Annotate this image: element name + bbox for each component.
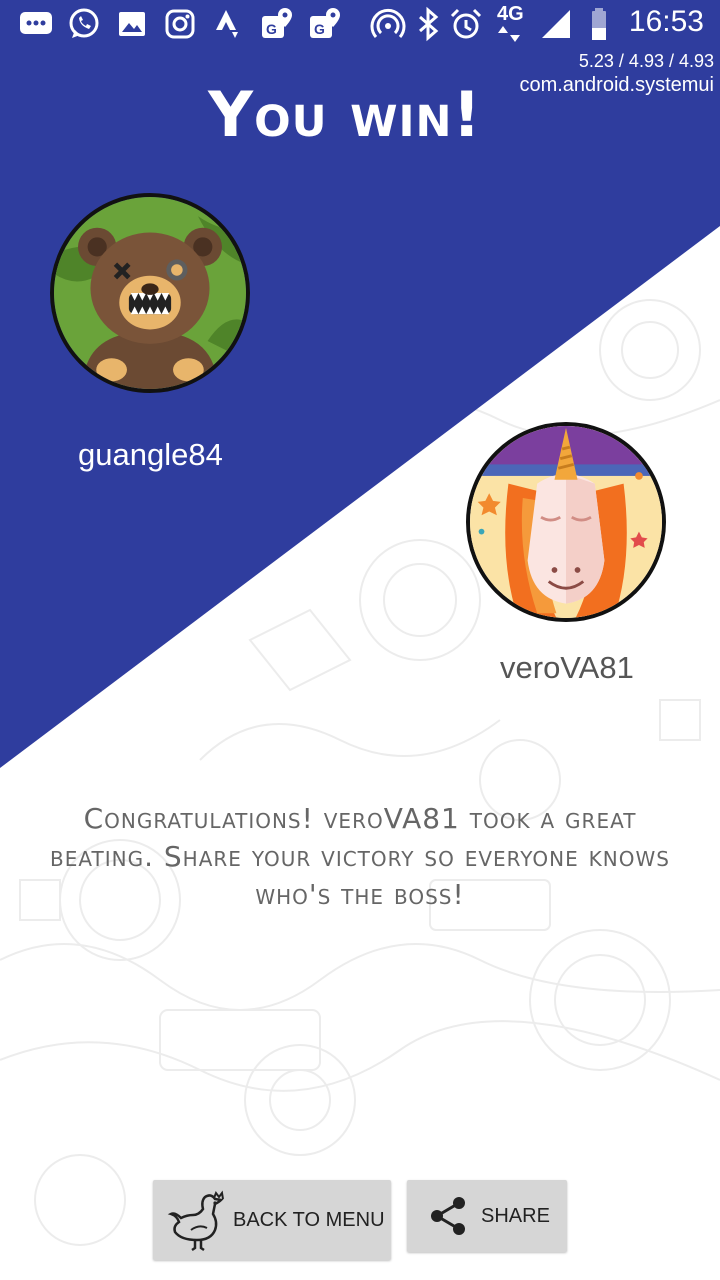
svg-text:G: G [314,21,325,37]
maps-icon: G [258,6,294,42]
share-icon [427,1195,469,1237]
loser-name: veroVA81 [500,650,634,685]
loser-avatar [466,422,666,622]
back-to-menu-label: BACK TO MENU [233,1208,385,1231]
winner-name: guangle84 [78,437,223,472]
data-arrows-icon [497,24,521,44]
congratulations-message: Congratulations! veroVA81 took a great b… [50,802,670,911]
winner-avatar [50,193,250,393]
share-button[interactable]: SHARE [407,1180,567,1252]
whatsapp-icon [66,6,102,42]
status-bar: G G 4G 16:53 [0,0,720,48]
share-label: SHARE [481,1204,550,1227]
bear-avatar-icon [54,197,246,389]
chicken-icon [167,1188,231,1252]
gallery-icon [114,6,150,42]
svg-text:G: G [266,21,277,37]
unicorn-avatar-icon [470,426,662,618]
debug-load-average: 5.23 / 4.93 / 4.93 [578,51,714,71]
clock: 16:53 [628,5,704,38]
instagram-icon [162,6,198,42]
blue-banner [0,0,720,768]
strava-icon [210,6,246,42]
page-title: You win! [208,78,482,151]
back-to-menu-button[interactable]: BACK TO MENU [153,1180,391,1260]
battery-icon [584,6,620,42]
bluetooth-icon [410,6,446,42]
network-type: 4G [497,3,524,25]
alarm-icon [448,6,484,42]
signal-icon [538,6,574,42]
hotspot-icon [370,6,406,42]
messages-icon [18,6,54,42]
game-result-screen: G G 4G 16:53 5.23 / 4.93 / 4.93 com.andr… [0,0,720,1280]
maps-icon: G [306,6,342,42]
